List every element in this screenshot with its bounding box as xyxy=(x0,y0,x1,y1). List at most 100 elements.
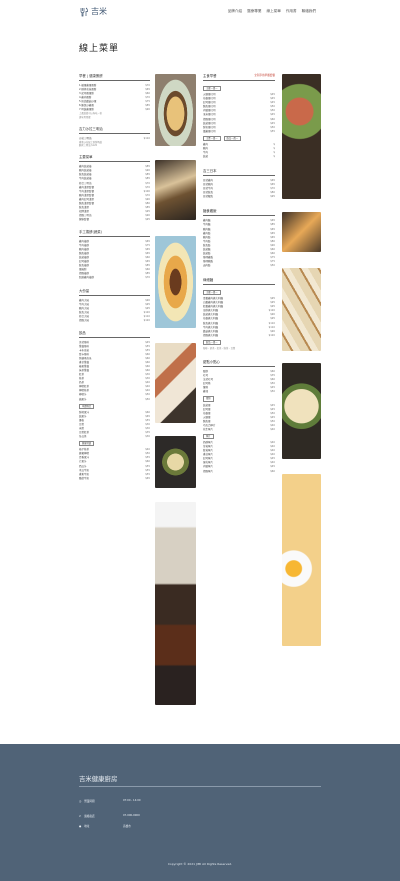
item-price: $120 xyxy=(268,333,275,337)
footer: 吉米健康廚房 ◷ 營業時間 07:00 - 14:00 ✆ 連絡電話 07-000-… xyxy=(0,744,400,881)
item-price: $95 xyxy=(270,195,275,199)
menu-section: 早餐 | 健康蛋餅 1.嫩蛋雞蛋蛋餅 $70 2.酥烤花枝蛋餅 $65 3.起司蛋蛋餅 $6… xyxy=(79,74,150,119)
menu-section: 綠細麵 主餐一選一 青醬雞肉義大利麵 $95 白醬雞肉義大利麵 $95 紅醬雞肉義大利麵 $9… xyxy=(203,278,275,350)
egg-photo xyxy=(282,474,321,646)
nav-brand[interactable]: 品牌介紹 xyxy=(228,9,242,14)
option-tag: 飲品一選一 xyxy=(203,339,221,345)
menu-item[interactable]: 健康套餐 $95 xyxy=(79,218,150,222)
menu-item[interactable]: 總匯義大利麵 $120 xyxy=(203,334,275,338)
pasta-photo xyxy=(282,363,321,459)
section-title-text: 甜點小點心 xyxy=(203,360,220,365)
left-menu-column: 早餐 | 健康蛋餅 1.嫩蛋雞蛋蛋餅 $70 2.酥烤花枝蛋餅 $65 3.起司蛋蛋餅 $6… xyxy=(79,74,150,481)
menu-item[interactable]: 蘋果汁 $50 xyxy=(79,398,150,402)
salad-photo xyxy=(282,74,321,199)
menu-section: 主食早餐 立刻享用早餐套餐 主餐一選一 火腿蛋吐司 $45 培根蛋吐司 $45 起司蛋吐司 $4… xyxy=(203,74,275,159)
item-price: $120 xyxy=(143,318,150,322)
hours-value: 07:00 - 14:00 xyxy=(123,799,141,802)
item-price: $95 xyxy=(145,217,150,221)
pin-icon: ● xyxy=(79,824,82,828)
section-title-text: 吉三日本 xyxy=(203,169,217,174)
wrap-photo xyxy=(155,160,196,220)
right-menu-column: 主食早餐 立刻享用早餐套餐 主餐一選一 火腿蛋吐司 $45 培根蛋吐司 $45 起司蛋吐司 $4… xyxy=(203,74,275,474)
menu-section: 甜點小點心 鬆餅 $60 吐司 $35 法式吐司 $60 起司條 $50 薯條 $45 雞塊 $50 蛋餅… xyxy=(203,360,275,473)
section-title-text: 吉力沙拉三明治 xyxy=(79,126,103,131)
section-note: 咖啡・奶茶・紅茶・綠茶・豆漿 xyxy=(203,346,236,350)
toast-photo xyxy=(282,212,321,252)
site-header: 吉米 品牌介紹 醫療專業 線上菜單 作用書 聯絡我們 xyxy=(0,0,400,24)
menu-item[interactable]: 蔬菜 $ xyxy=(203,155,275,159)
menu-item[interactable]: 總匯厚片 $60 xyxy=(203,470,275,474)
drink-photo xyxy=(155,502,196,705)
nav-menu[interactable]: 線上菜單 xyxy=(266,9,280,14)
section-title: 麵食雞飯 xyxy=(203,209,275,217)
item-price: $90 xyxy=(145,108,150,112)
item-price: $55 xyxy=(270,129,275,133)
nav-book[interactable]: 作用書 xyxy=(286,9,297,14)
section-title-text: 綠細麵 xyxy=(203,278,214,282)
main-nav: 品牌介紹 醫療專業 線上菜單 作用書 聯絡我們 xyxy=(228,9,316,14)
item-name: 蔬菜 xyxy=(203,155,209,159)
menu-item[interactable]: 酪梨牛奶 $65 xyxy=(79,477,150,481)
bowl-photo xyxy=(155,436,196,488)
menu-section: 大份量 雞肉大碗 $90 牛肉大碗 $95 豬肉大碗 $95 鮭魚大碗 $120 綜合大碗 $110… xyxy=(79,289,150,323)
logo[interactable]: 吉米 xyxy=(79,6,107,17)
section-title-text: 早餐 | 健康蛋餅 xyxy=(79,74,103,78)
address-label: 地址 xyxy=(84,825,90,828)
item-name: 滷肉飯 xyxy=(203,263,211,267)
footer-address: ● 地址 高雄市 xyxy=(79,824,131,829)
clock-icon: ◷ xyxy=(79,799,82,803)
item-name: 照燒雞肉捲餅 xyxy=(79,276,95,280)
section-note: 請享用用餐 xyxy=(79,115,91,119)
menu-item[interactable]: 照燒雞肉捲餅 $70 xyxy=(79,276,150,280)
menu-item[interactable]: 雞塊 $50 xyxy=(203,390,275,394)
menu-item[interactable]: 日式鰻魚 $95 xyxy=(203,195,275,199)
menu-section: 吉三日本 日式雞肉 $65 日式豬肉 $65 日式牛肉 $70 日式鮭魚 $80 日式鰻魚 $95 xyxy=(203,169,275,199)
option-tag: 主食一選一 xyxy=(203,135,221,141)
item-name: 總匯義大利麵 xyxy=(203,333,219,337)
footer-hours: ◷ 營業時間 07:00 - 14:00 xyxy=(79,799,141,803)
nav-medical[interactable]: 醫療專業 xyxy=(247,9,261,14)
item-name: 總匯大碗 xyxy=(79,318,90,322)
section-title: 手工捲餅(蔬菜) xyxy=(79,229,150,238)
section-title-text: 主要菜單 xyxy=(79,155,93,160)
menu-item[interactable]: 花生厚片 $40 xyxy=(203,428,275,432)
option-tag: 飲品一選一 xyxy=(223,135,241,141)
footer-divider xyxy=(79,786,321,787)
section-title-text: 麵食雞飯 xyxy=(203,209,217,214)
fork-knife-icon xyxy=(80,7,88,16)
menu-item[interactable]: 總匯大碗 $120 xyxy=(79,319,150,323)
option-tag: 蛋餅 xyxy=(203,396,214,402)
item-price: $70 xyxy=(145,276,150,280)
phone-value[interactable]: 07-000-0000 xyxy=(123,814,140,817)
item-name: 日式鰻魚 xyxy=(203,195,214,199)
item-price: $110 xyxy=(143,136,150,140)
item-name: 花生厚片 xyxy=(203,427,214,431)
item-name: 蘋果汁 xyxy=(79,397,87,401)
item-price: $50 xyxy=(270,390,275,394)
section-title: 吉三日本 xyxy=(203,169,275,177)
item-price: $ xyxy=(273,155,275,159)
section-note: 酥烤三明治 $120 xyxy=(79,144,98,148)
footer-title: 吉米健康廚房 xyxy=(79,775,118,783)
section-title: 早餐 | 健康蛋餅 xyxy=(79,74,150,82)
menu-item[interactable]: 冬瓜茶 $30 xyxy=(79,435,150,439)
menu-item[interactable]: 滷肉飯 $50 xyxy=(203,264,275,268)
option-tag: 主餐一選一 xyxy=(203,290,221,296)
section-title: 飲品 xyxy=(79,331,150,338)
section-title-text: 主食早餐 xyxy=(203,74,217,78)
copyright: Copyright © 2021 JIMI All Rights Reserve… xyxy=(167,862,233,866)
item-price: $50 xyxy=(145,397,150,401)
page-title: 線上菜單 xyxy=(79,44,120,54)
nav-contact[interactable]: 聯絡我們 xyxy=(302,9,316,14)
item-price: $65 xyxy=(145,476,150,480)
section-note: 立刻享用早餐套餐 xyxy=(254,74,275,77)
section-title: 甜點小點心 xyxy=(203,360,275,368)
item-price: $40 xyxy=(270,427,275,431)
phone-icon: ✆ xyxy=(79,814,82,818)
menu-section: 麵食雞飯 雞肉麵 $65 牛肉麵 $85 豬肉麵 $65 雞肉飯 $65 豬肉飯 $65 牛肉飯 $80… xyxy=(203,209,275,268)
burger-photo xyxy=(155,236,196,328)
section-title-text: 手工捲餅(蔬菜) xyxy=(79,229,102,234)
address-value: 高雄市 xyxy=(123,825,131,828)
item-price: $50 xyxy=(270,263,275,267)
section-title-text: 飲品 xyxy=(79,330,86,335)
